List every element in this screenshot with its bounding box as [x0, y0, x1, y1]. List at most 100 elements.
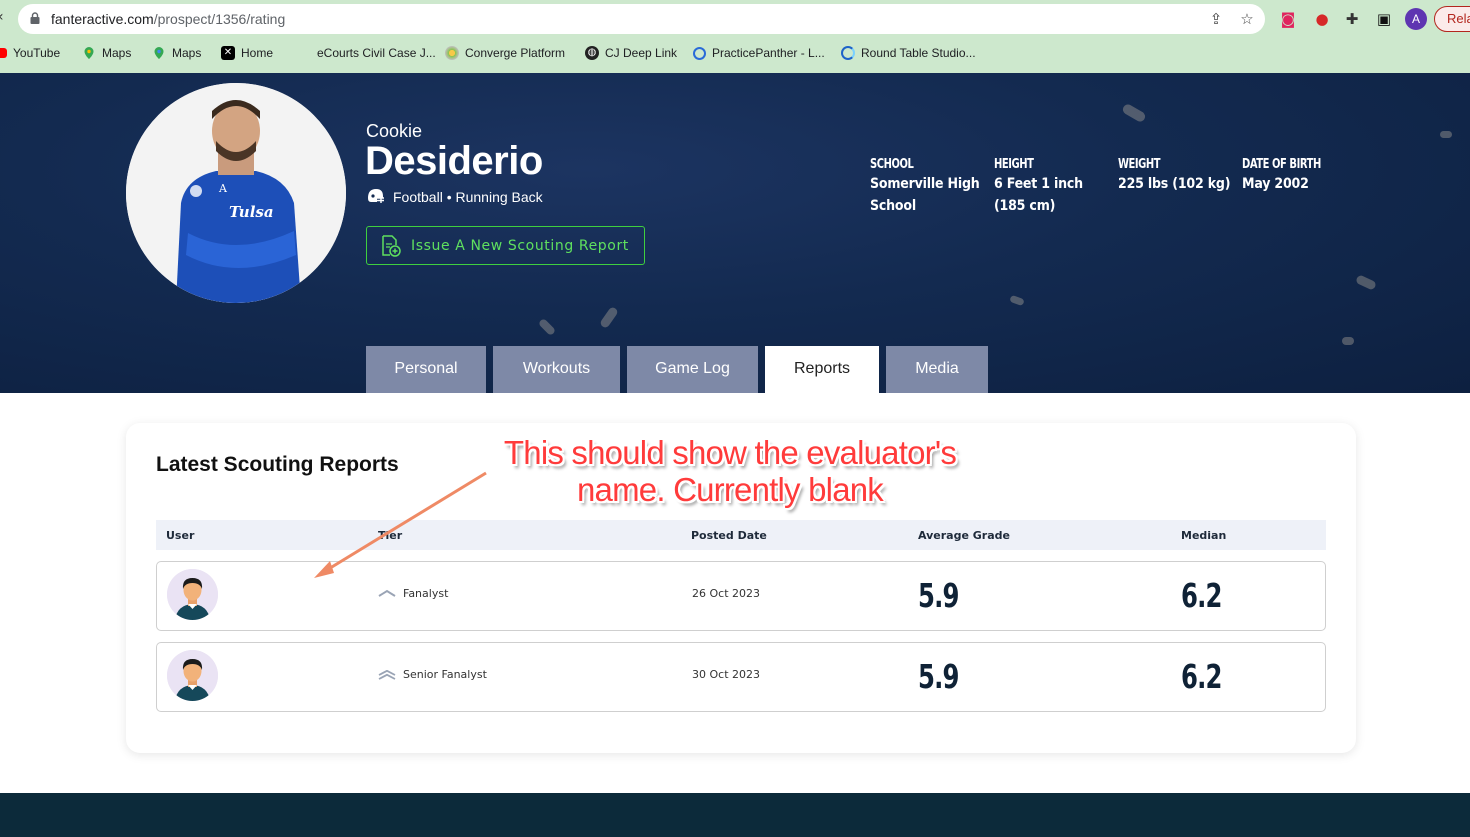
- tier-label: Fanalyst: [403, 587, 449, 600]
- background-speck: [599, 305, 619, 330]
- issue-scouting-report-label: Issue A New Scouting Report: [411, 237, 629, 254]
- user-avatar[interactable]: [167, 650, 218, 701]
- bookmark-label: Home: [241, 46, 274, 60]
- table-row[interactable]: Senior Fanalyst 30 Oct 2023 5.9 6.2: [156, 642, 1326, 712]
- median-grade: 6.2: [1181, 657, 1222, 696]
- page-footer: [0, 793, 1470, 837]
- average-grade: 5.9: [918, 576, 959, 615]
- bookmark-ecourts[interactable]: eCourts Civil Case J...: [317, 46, 436, 60]
- bookmark-label: Converge Platform: [465, 46, 566, 60]
- bookmark-cj-deep-link[interactable]: ◍ CJ Deep Link: [585, 46, 677, 60]
- bookmarks-bar: YouTube Maps Maps ✕ Home eCourts Civil C…: [0, 42, 1470, 66]
- globe-icon: ◍: [585, 46, 599, 60]
- average-grade: 5.9: [918, 657, 959, 696]
- stat-height: HEIGHT 6 Feet 1 inch (185 cm): [994, 157, 1112, 217]
- tier-cell: Senior Fanalyst: [378, 668, 487, 681]
- extension-red-icon[interactable]: ●: [1312, 9, 1332, 29]
- posted-date: 26 Oct 2023: [692, 587, 761, 600]
- browser-chrome: ‹ fanteractive.com/prospect/1356/rating …: [0, 0, 1470, 73]
- profile-hero: Tulsa A Cookie Desiderio Football • Runn…: [0, 73, 1470, 393]
- tier-rank-icon: [378, 589, 396, 597]
- background-speck: [1355, 274, 1377, 291]
- bookmark-round-table[interactable]: Round Table Studio...: [841, 46, 976, 60]
- stat-school-value: Somerville High School: [870, 176, 980, 214]
- share-icon[interactable]: ⇪: [1207, 10, 1225, 28]
- football-helmet-icon: [368, 189, 384, 203]
- background-speck: [537, 317, 557, 337]
- tab-personal[interactable]: Personal: [366, 346, 486, 393]
- profile-avatar[interactable]: A: [1405, 8, 1427, 30]
- converge-icon: [445, 46, 459, 60]
- stat-weight: WEIGHT 225 lbs (102 kg): [1118, 157, 1236, 195]
- column-header-average-grade: Average Grade: [918, 529, 1010, 542]
- user-avatar[interactable]: [167, 569, 218, 620]
- user-avatar-icon: [167, 569, 218, 620]
- tier-label: Senior Fanalyst: [403, 668, 487, 681]
- player-last-name: Desiderio: [365, 139, 543, 183]
- address-row: ‹ fanteractive.com/prospect/1356/rating …: [0, 0, 1470, 38]
- column-header-user: User: [166, 529, 195, 542]
- sport-position-line: Football • Running Back: [366, 188, 543, 205]
- tab-game-log[interactable]: Game Log: [627, 346, 758, 393]
- youtube-icon: [0, 48, 7, 58]
- bookmark-label: Maps: [172, 46, 202, 60]
- back-icon[interactable]: ‹: [0, 9, 4, 25]
- user-avatar-icon: [167, 650, 218, 701]
- bookmark-label: Round Table Studio...: [861, 46, 976, 60]
- sport-position-text: Football • Running Back: [393, 188, 543, 205]
- bookmark-label: eCourts Civil Case J...: [317, 46, 436, 60]
- svg-text:Tulsa: Tulsa: [229, 203, 274, 221]
- background-speck: [1121, 102, 1147, 124]
- posted-date: 30 Oct 2023: [692, 668, 761, 681]
- median-grade: 6.2: [1181, 576, 1222, 615]
- annotation-line-2: name. Currently blank: [576, 471, 884, 508]
- url-text[interactable]: fanteractive.com/prospect/1356/rating: [51, 11, 285, 27]
- bookmark-maps-2[interactable]: Maps: [152, 46, 201, 60]
- bookmark-practicepanther[interactable]: PracticePanther - L...: [693, 46, 825, 60]
- bookmark-label: PracticePanther - L...: [712, 46, 825, 60]
- tier-cell: Fanalyst: [378, 587, 448, 600]
- stat-school: SCHOOL Somerville High School: [870, 157, 988, 217]
- maps-pin-icon: [84, 47, 94, 59]
- practicepanther-icon: [693, 46, 706, 60]
- tab-reports[interactable]: Reports: [765, 346, 879, 393]
- background-speck: [1440, 131, 1452, 138]
- add-report-icon: [382, 234, 401, 257]
- star-icon[interactable]: ☆: [1238, 10, 1256, 28]
- tab-workouts[interactable]: Workouts: [493, 346, 620, 393]
- bookmark-maps-1[interactable]: Maps: [82, 46, 131, 60]
- player-photo: Tulsa A: [126, 83, 346, 303]
- pocket-icon[interactable]: ◙: [1278, 9, 1298, 29]
- maps-pin-icon: [154, 47, 164, 59]
- stat-weight-label: WEIGHT: [1118, 157, 1161, 172]
- tier-rank-icon: [378, 669, 396, 680]
- stat-date-of-birth-value: May 2002: [1242, 176, 1309, 192]
- player-photo-image: Tulsa A: [126, 83, 346, 303]
- issue-scouting-report-button[interactable]: Issue A New Scouting Report: [366, 226, 645, 265]
- bookmark-home[interactable]: ✕ Home: [221, 46, 273, 60]
- bookmark-youtube[interactable]: YouTube: [0, 46, 60, 60]
- x-logo-icon: ✕: [221, 46, 235, 60]
- stat-height-label: HEIGHT: [994, 157, 1034, 172]
- bookmark-converge[interactable]: Converge Platform: [445, 46, 565, 60]
- relaunch-button[interactable]: Rela: [1434, 6, 1470, 32]
- lock-icon: [30, 12, 40, 24]
- address-bar[interactable]: fanteractive.com/prospect/1356/rating ⇪ …: [18, 4, 1265, 34]
- stat-height-value: 6 Feet 1 inch (185 cm): [994, 176, 1083, 214]
- side-panel-icon[interactable]: ▣: [1374, 9, 1394, 29]
- extensions-puzzle-icon[interactable]: ✚: [1342, 9, 1362, 29]
- annotation-callout: This should show the evaluator's name. C…: [470, 434, 990, 508]
- svg-text:A: A: [218, 182, 228, 195]
- background-speck: [1009, 294, 1025, 307]
- stat-school-label: SCHOOL: [870, 157, 914, 172]
- annotation-line-1: This should show the evaluator's: [503, 434, 957, 471]
- stat-weight-value: 225 lbs (102 kg): [1118, 176, 1231, 192]
- stat-date-of-birth-label: DATE OF BIRTH: [1242, 157, 1321, 172]
- column-header-median: Median: [1181, 529, 1227, 542]
- tab-media[interactable]: Media: [886, 346, 988, 393]
- column-header-posted-date: Posted Date: [691, 529, 767, 542]
- bookmark-label: YouTube: [13, 46, 61, 60]
- stat-date-of-birth: DATE OF BIRTH May 2002: [1242, 157, 1372, 195]
- round-table-icon: [841, 46, 855, 60]
- bookmark-label: CJ Deep Link: [605, 46, 678, 60]
